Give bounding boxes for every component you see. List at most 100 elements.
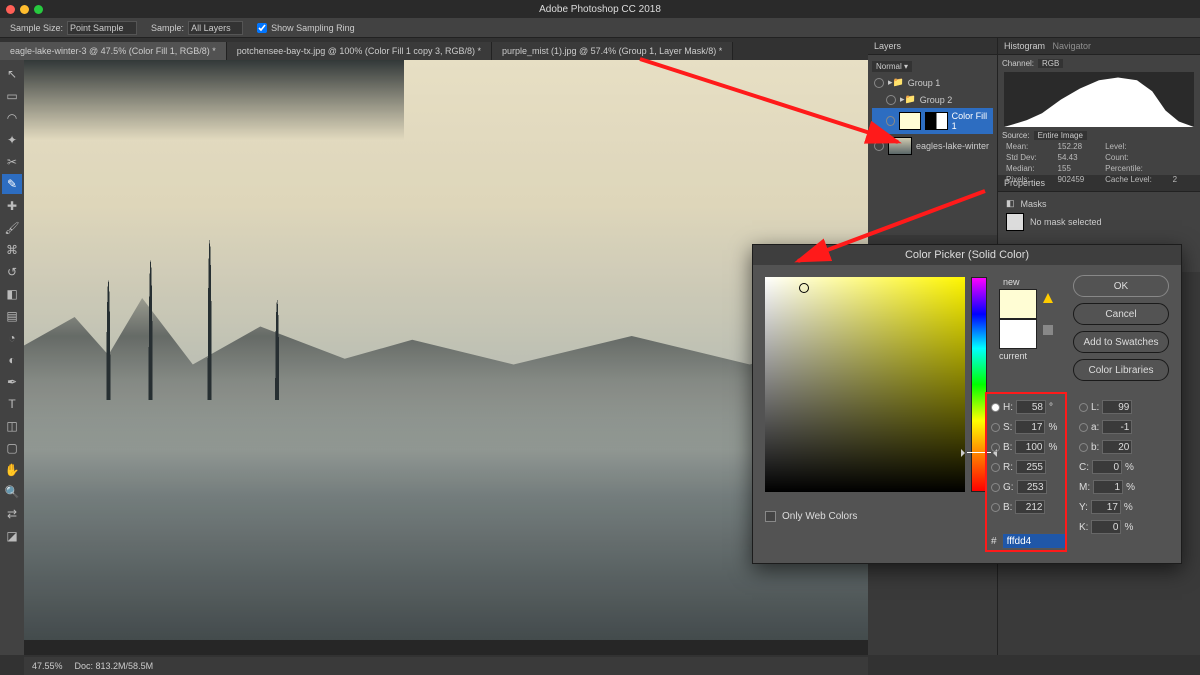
brush-tool-icon[interactable]: 🖌 (2, 218, 22, 238)
zoom-value[interactable]: 47.55% (32, 661, 63, 671)
heal-tool-icon[interactable]: ✚ (2, 196, 22, 216)
layers-panel-header[interactable]: Layers (868, 38, 997, 55)
wand-tool-icon[interactable]: ✦ (2, 130, 22, 150)
hue-indicator-icon[interactable] (967, 452, 991, 453)
crop-tool-icon[interactable]: ✂ (2, 152, 22, 172)
layer-group-2[interactable]: ▸📁 Group 2 (872, 91, 993, 108)
l-radio[interactable] (1079, 403, 1088, 412)
visibility-toggle-icon[interactable] (886, 95, 896, 105)
m-input[interactable] (1093, 480, 1123, 494)
gamut-warning-icon[interactable] (1043, 293, 1053, 303)
close-window-icon[interactable] (6, 5, 15, 14)
shape-tool-icon[interactable]: ▢ (2, 438, 22, 458)
c-input[interactable] (1092, 460, 1122, 474)
status-bar: 47.55% Doc: 813.2M/58.5M (24, 657, 868, 675)
hex-input[interactable] (1002, 533, 1066, 549)
folder-icon: ▸📁 (900, 94, 916, 105)
a-label: a: (1091, 422, 1099, 433)
path-tool-icon[interactable]: ◫ (2, 416, 22, 436)
stamp-tool-icon[interactable]: ⌘ (2, 240, 22, 260)
gradient-tool-icon[interactable]: ▤ (2, 306, 22, 326)
new-color-label: new (1003, 277, 1020, 287)
show-ring-field[interactable]: Show Sampling Ring (257, 23, 355, 33)
canvas[interactable] (24, 60, 868, 655)
history-brush-tool-icon[interactable]: ↺ (2, 262, 22, 282)
move-tool-icon[interactable]: ↖ (2, 64, 22, 84)
tab-document-2[interactable]: potchensee-bay-tx.jpg @ 100% (Color Fill… (227, 42, 492, 60)
color-picker-dialog[interactable]: Color Picker (Solid Color) new current O… (752, 244, 1182, 564)
type-tool-icon[interactable]: T (2, 394, 22, 414)
tab-document-3[interactable]: purple_mist (1).jpg @ 57.4% (Group 1, La… (492, 42, 733, 60)
blur-tool-icon[interactable]: ◔ (2, 328, 22, 348)
h-input[interactable] (1016, 400, 1046, 414)
new-color-swatch (999, 289, 1037, 319)
mask-thumbnail-icon[interactable] (925, 112, 947, 130)
tab-document-1[interactable]: eagle-lake-winter-3 @ 47.5% (Color Fill … (0, 42, 227, 60)
websafe-warning-icon[interactable] (1043, 325, 1053, 335)
lab-b-radio[interactable] (1079, 443, 1088, 452)
cancel-button[interactable]: Cancel (1073, 303, 1169, 325)
source-dropdown[interactable]: Entire Image (1034, 131, 1087, 140)
layer-background[interactable]: eagles-lake-winter (872, 134, 993, 158)
layer-group-1[interactable]: ▸📁 Group 1 (872, 74, 993, 91)
folder-icon: ▸📁 (888, 77, 904, 88)
layer-color-fill[interactable]: Color Fill 1 (872, 108, 993, 134)
blend-mode-dropdown[interactable]: Normal ▾ (872, 61, 912, 72)
lasso-tool-icon[interactable]: ◠ (2, 108, 22, 128)
k-input[interactable] (1091, 520, 1121, 534)
s-input[interactable] (1015, 420, 1045, 434)
minimize-window-icon[interactable] (20, 5, 29, 14)
dodge-tool-icon[interactable]: ◐ (2, 350, 22, 370)
a-radio[interactable] (1079, 423, 1088, 432)
add-swatch-button[interactable]: Add to Swatches (1073, 331, 1169, 353)
bb-radio[interactable] (991, 503, 1000, 512)
ok-button[interactable]: OK (1073, 275, 1169, 297)
current-color-label: current (999, 351, 1027, 361)
only-web-checkbox[interactable] (765, 511, 776, 522)
show-ring-checkbox[interactable] (257, 23, 267, 33)
only-web-colors[interactable]: Only Web Colors (765, 511, 857, 522)
color-libraries-button[interactable]: Color Libraries (1073, 359, 1169, 381)
zoom-tool-icon[interactable]: 🔍 (2, 482, 22, 502)
maximize-window-icon[interactable] (34, 5, 43, 14)
s-radio[interactable] (991, 423, 1000, 432)
g-input[interactable] (1017, 480, 1047, 494)
marquee-tool-icon[interactable]: ▭ (2, 86, 22, 106)
r-input[interactable] (1016, 460, 1046, 474)
l-input[interactable] (1102, 400, 1132, 414)
histogram-panel-header[interactable]: Histogram Navigator (998, 38, 1200, 55)
y-input[interactable] (1091, 500, 1121, 514)
a-input[interactable] (1102, 420, 1132, 434)
sample-dropdown[interactable] (188, 21, 243, 35)
channel-dropdown[interactable]: RGB (1038, 59, 1063, 68)
navigator-tab[interactable]: Navigator (1053, 41, 1092, 51)
visibility-toggle-icon[interactable] (874, 78, 884, 88)
r-radio[interactable] (991, 463, 1000, 472)
mask-thumb-icon (1006, 213, 1024, 231)
h-radio[interactable] (991, 403, 1000, 412)
hue-slider[interactable] (971, 277, 987, 492)
foreground-swatch-icon[interactable]: ◪ (2, 526, 22, 546)
visibility-toggle-icon[interactable] (886, 116, 895, 126)
histogram-graph (1004, 72, 1194, 127)
blue-input[interactable] (1015, 500, 1045, 514)
visibility-toggle-icon[interactable] (874, 141, 884, 151)
b-radio[interactable] (991, 443, 1000, 452)
lab-b-input[interactable] (1102, 440, 1132, 454)
hand-tool-icon[interactable]: ✋ (2, 460, 22, 480)
swap-colors-icon[interactable]: ⇄ (2, 504, 22, 524)
color-field[interactable] (765, 277, 965, 492)
g-radio[interactable] (991, 483, 1000, 492)
m-label: M: (1079, 482, 1090, 493)
brightness-input[interactable] (1015, 440, 1045, 454)
image-thumbnail-icon (888, 137, 912, 155)
fill-thumbnail-icon[interactable] (899, 112, 921, 130)
b-label: B: (1003, 442, 1012, 453)
dialog-title: Color Picker (Solid Color) (753, 245, 1181, 265)
eraser-tool-icon[interactable]: ◧ (2, 284, 22, 304)
pen-tool-icon[interactable]: ✒ (2, 372, 22, 392)
color-field-indicator-icon[interactable] (799, 283, 809, 293)
eyedropper-tool-icon[interactable]: ✎ (2, 174, 22, 194)
sample-size-dropdown[interactable] (67, 21, 137, 35)
histogram-tab[interactable]: Histogram (1004, 41, 1045, 51)
